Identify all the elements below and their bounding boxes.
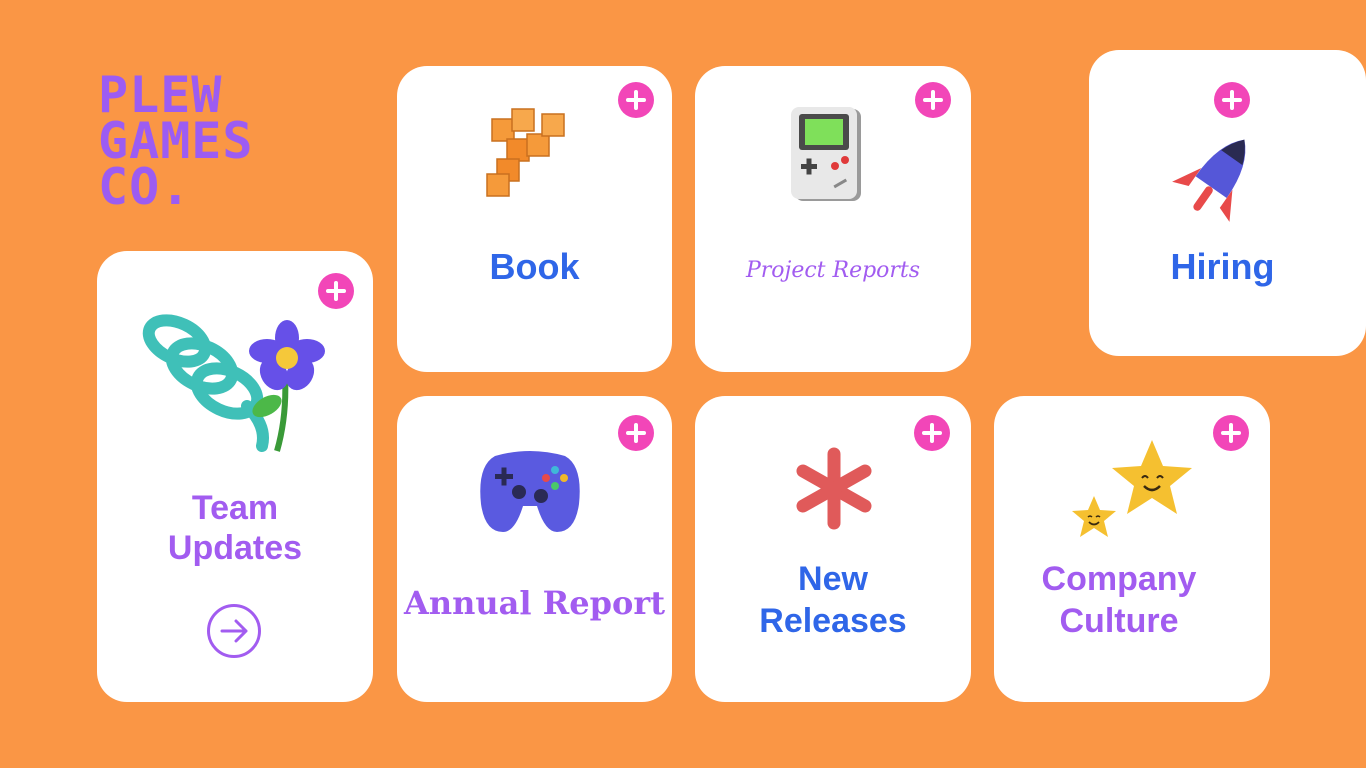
hiring-card[interactable]: Hiring [1089, 50, 1366, 356]
annual-report-card[interactable]: Annual Report [397, 396, 672, 702]
project-reports-title: Project Reports [745, 258, 921, 283]
team-updates-title: Team Updates [167, 489, 303, 567]
add-new-releases-button[interactable] [914, 415, 950, 451]
team-updates-card[interactable]: Team Updates [97, 251, 373, 702]
rocket-icon [1172, 139, 1246, 222]
add-company-culture-button[interactable] [1213, 415, 1249, 451]
book-title: Book [489, 246, 580, 287]
brand-logo: PLEW GAMES CO. [98, 70, 254, 216]
hiring-title: Hiring [1170, 246, 1275, 287]
add-project-reports-button[interactable] [915, 82, 951, 118]
company-culture-title: Company Culture [1041, 560, 1197, 640]
spring-flower-icon [142, 314, 325, 452]
annual-report-title: Annual Report [404, 584, 665, 622]
gamepad-icon [480, 451, 580, 532]
block-shape-icon [486, 108, 565, 197]
arrow-right-icon[interactable] [207, 604, 261, 658]
add-team-updates-button[interactable] [318, 273, 354, 309]
add-annual-report-button[interactable] [618, 415, 654, 451]
company-culture-card[interactable]: Company Culture [994, 396, 1270, 702]
smiling-stars-icon [1072, 440, 1192, 537]
book-card[interactable]: Book [397, 66, 672, 372]
new-releases-card[interactable]: New Releases [695, 396, 971, 702]
handheld-console-icon [791, 107, 861, 201]
new-releases-title: New Releases [759, 560, 907, 640]
add-book-button[interactable] [618, 82, 654, 118]
asterisk-icon [796, 447, 872, 530]
project-reports-card[interactable]: Project Reports [695, 66, 971, 372]
add-hiring-button[interactable] [1214, 82, 1250, 118]
brand-line-3: CO. [98, 158, 192, 216]
